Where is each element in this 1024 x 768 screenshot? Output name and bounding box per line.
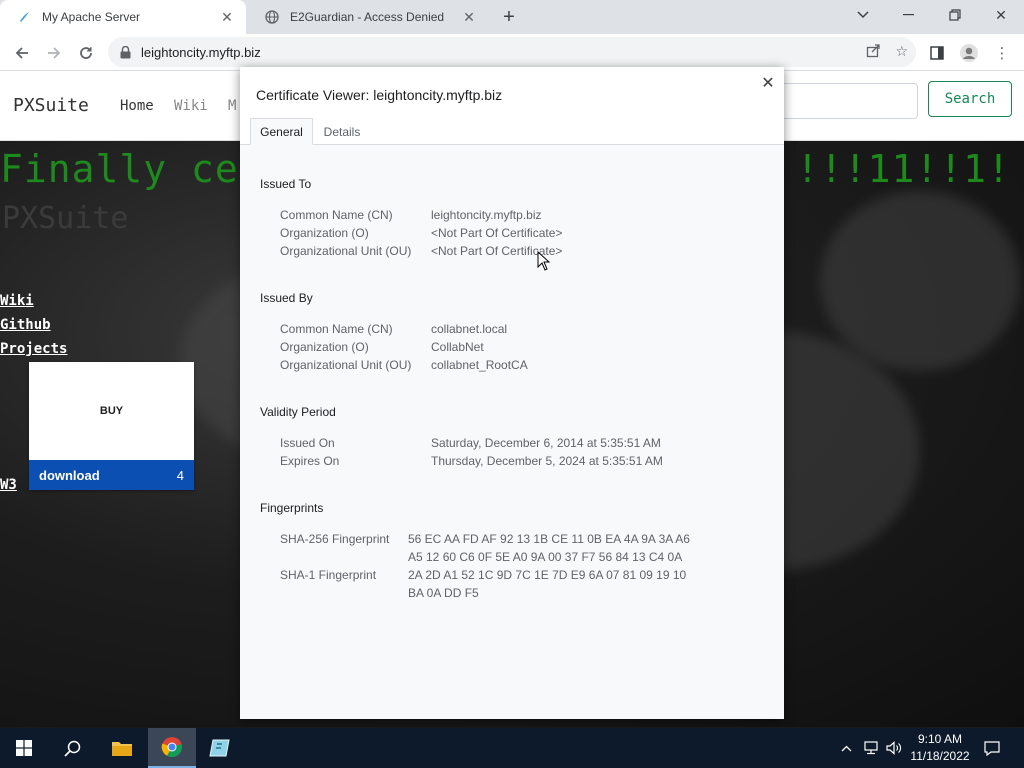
windows-start-icon[interactable] — [0, 728, 48, 768]
link-github[interactable]: Github — [0, 317, 51, 333]
site-search-input[interactable] — [780, 83, 918, 119]
sha256-label: SHA-256 Fingerprint — [280, 532, 390, 546]
close-window-icon[interactable]: ✕ — [978, 0, 1024, 30]
reload-icon[interactable] — [72, 39, 100, 67]
nav-more[interactable]: M — [228, 98, 236, 114]
link-w3[interactable]: W3 — [0, 477, 17, 493]
expires-on-label: Expires On — [280, 454, 340, 468]
dialog-close-icon[interactable]: ✕ — [758, 73, 778, 93]
issued-to-heading: Issued To — [260, 177, 312, 191]
globe-icon — [264, 9, 280, 25]
link-wiki[interactable]: Wiki — [0, 293, 34, 309]
tab-e2guardian[interactable]: E2Guardian - Access Denied ✕ — [248, 0, 488, 34]
mouse-cursor-icon — [537, 250, 551, 271]
validity-heading: Validity Period — [260, 405, 336, 419]
download-count: 4 — [176, 467, 184, 483]
issued-to-o-value: <Not Part Of Certificate> — [431, 226, 563, 240]
issued-by-heading: Issued By — [260, 291, 313, 305]
browser-toolbar: leightoncity.myftp.biz ☆ ⋮ — [0, 34, 1024, 71]
site-brand[interactable]: PXSuite — [13, 95, 89, 116]
nav-wiki[interactable]: Wiki — [174, 98, 208, 114]
issued-to-cn-label: Common Name (CN) — [280, 208, 393, 222]
url-text: leightoncity.myftp.biz — [141, 44, 261, 60]
issued-to-ou-label: Organizational Unit (OU) — [280, 244, 412, 258]
sha1-value-line2: BA 0A DD F5 — [408, 586, 479, 600]
download-button[interactable]: download 4 — [29, 460, 194, 490]
issued-on-value: Saturday, December 6, 2014 at 5:35:51 AM — [431, 436, 661, 450]
address-bar[interactable]: leightoncity.myftp.biz ☆ — [108, 37, 916, 67]
issued-by-cn-value: collabnet.local — [431, 322, 508, 336]
page-headline-end: !!!11!!1! — [796, 147, 1011, 191]
close-tab-icon[interactable]: ✕ — [218, 8, 236, 26]
page-subheading: PXSuite — [2, 201, 129, 236]
dialog-header: Certificate Viewer: leightoncity.myftp.b… — [240, 67, 784, 145]
site-search-button[interactable]: Search — [928, 81, 1012, 117]
page-headline: Finally ce — [0, 147, 239, 191]
tab-details[interactable]: Details — [316, 118, 368, 145]
chrome-taskbar-icon[interactable] — [148, 728, 196, 768]
tab-search-chevron-icon[interactable] — [840, 0, 886, 30]
sha256-value-line2: A5 12 60 C6 0F 5E A0 9A 00 37 F7 56 84 1… — [408, 550, 683, 564]
apache-feather-icon — [16, 9, 32, 25]
sha1-label: SHA-1 Fingerprint — [280, 568, 377, 582]
app-taskbar-icon[interactable] — [196, 728, 244, 768]
tab-title: My Apache Server — [42, 10, 141, 24]
menu-kebab-icon[interactable]: ⋮ — [988, 39, 1016, 67]
tray-chevron-icon[interactable] — [838, 728, 854, 768]
dialog-title: Certificate Viewer: leightoncity.myftp.b… — [256, 87, 503, 103]
buy-button[interactable]: BUY — [29, 362, 194, 460]
clock-date: 11/18/2022 — [910, 749, 970, 763]
fingerprints-heading: Fingerprints — [260, 501, 324, 515]
tab-my-apache-server[interactable]: My Apache Server ✕ — [0, 0, 246, 34]
issued-by-ou-label: Organizational Unit (OU) — [280, 358, 412, 372]
tab-general[interactable]: General — [250, 118, 313, 145]
issued-by-ou-value: collabnet_RootCA — [431, 358, 528, 372]
volume-icon[interactable] — [884, 728, 904, 768]
system-clock[interactable]: 9:10 AM 11/18/2022 — [906, 731, 974, 765]
share-icon[interactable] — [866, 43, 881, 61]
issued-to-cn-value: leightoncity.myftp.biz — [431, 208, 542, 222]
sha256-value-line1: 56 EC AA FD AF 92 13 1B CE 11 0B EA 4A 9… — [408, 532, 690, 546]
lock-icon[interactable] — [120, 45, 131, 59]
taskbar: 9:10 AM 11/18/2022 — [0, 728, 1024, 768]
bookmark-star-icon[interactable]: ☆ — [895, 43, 908, 61]
network-icon[interactable] — [862, 728, 882, 768]
clock-time: 9:10 AM — [917, 732, 963, 746]
notifications-icon[interactable] — [980, 728, 1004, 768]
tab-title: E2Guardian - Access Denied — [290, 10, 445, 24]
minimize-icon[interactable] — [886, 0, 932, 30]
issued-by-cn-label: Common Name (CN) — [280, 322, 393, 336]
expires-on-value: Thursday, December 5, 2024 at 5:35:51 AM — [431, 454, 663, 468]
forward-icon[interactable] — [40, 39, 68, 67]
issued-to-o-label: Organization (O) — [280, 226, 369, 240]
certificate-viewer-dialog: Certificate Viewer: leightoncity.myftp.b… — [240, 67, 784, 719]
dialog-tabs: General Details — [240, 118, 784, 145]
buy-card: BUY download 4 — [29, 362, 194, 490]
file-explorer-icon[interactable] — [98, 728, 146, 768]
nav-home[interactable]: Home — [120, 98, 154, 114]
sha1-value-line1: 2A 2D A1 52 1C 9D 7C 1E 7D E9 6A 07 81 0… — [408, 568, 687, 582]
search-icon[interactable] — [48, 728, 96, 768]
new-tab-button[interactable]: + — [496, 5, 522, 29]
side-panel-icon[interactable] — [923, 39, 951, 67]
profile-avatar-icon[interactable] — [955, 39, 983, 67]
tab-strip: My Apache Server ✕ E2Guardian - Access D… — [0, 0, 1024, 34]
issued-by-o-label: Organization (O) — [280, 340, 369, 354]
issued-by-o-value: CollabNet — [431, 340, 484, 354]
close-tab-icon[interactable]: ✕ — [460, 8, 478, 26]
back-icon[interactable] — [8, 39, 36, 67]
issued-on-label: Issued On — [280, 436, 335, 450]
restore-icon[interactable] — [932, 0, 978, 30]
background-image-shape — [820, 191, 1020, 371]
link-projects[interactable]: Projects — [0, 341, 67, 357]
download-label: download — [39, 467, 100, 483]
